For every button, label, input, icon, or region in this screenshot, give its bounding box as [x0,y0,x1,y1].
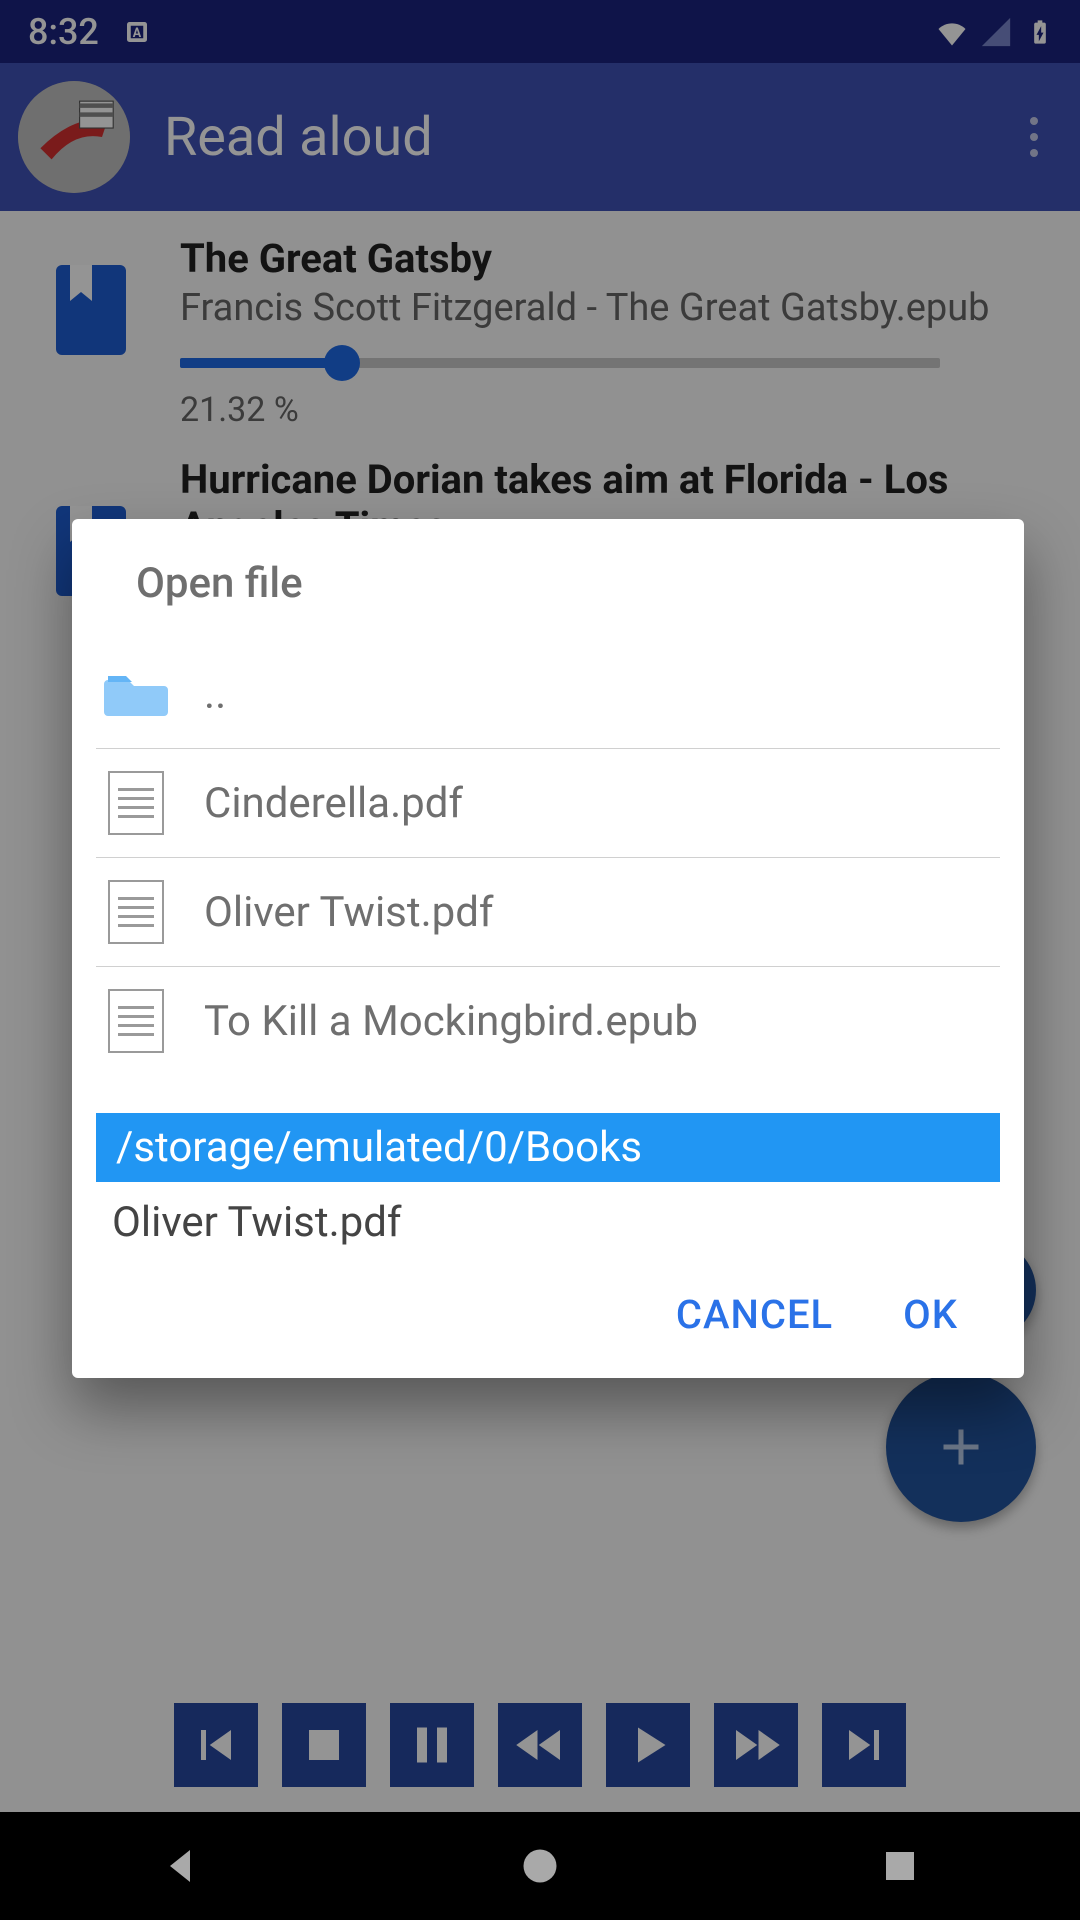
current-path: /storage/emulated/0/Books [96,1113,1000,1182]
file-name: To Kill a Mockingbird.epub [204,997,698,1046]
file-name: Cinderella.pdf [204,779,463,828]
system-nav-bar [0,1812,1080,1920]
document-icon [96,771,176,835]
home-button[interactable] [510,1836,570,1896]
file-row[interactable]: Cinderella.pdf [72,749,1024,857]
selected-file-input[interactable]: Oliver Twist.pdf [72,1182,1024,1247]
document-icon [96,880,176,944]
parent-folder-row[interactable]: .. [72,640,1024,748]
folder-icon [96,672,176,716]
file-row[interactable]: Oliver Twist.pdf [72,858,1024,966]
open-file-dialog: Open file .. Cinderella.pdf Oliver Twist… [72,519,1024,1378]
document-icon [96,989,176,1053]
file-row[interactable]: To Kill a Mockingbird.epub [72,967,1024,1075]
parent-folder-label: .. [204,670,226,719]
recents-button[interactable] [870,1836,930,1896]
dialog-title: Open file [72,519,1024,640]
file-name: Oliver Twist.pdf [204,888,494,937]
cancel-button[interactable]: CANCEL [676,1291,833,1338]
ok-button[interactable]: OK [903,1291,958,1338]
back-button[interactable] [150,1836,210,1896]
